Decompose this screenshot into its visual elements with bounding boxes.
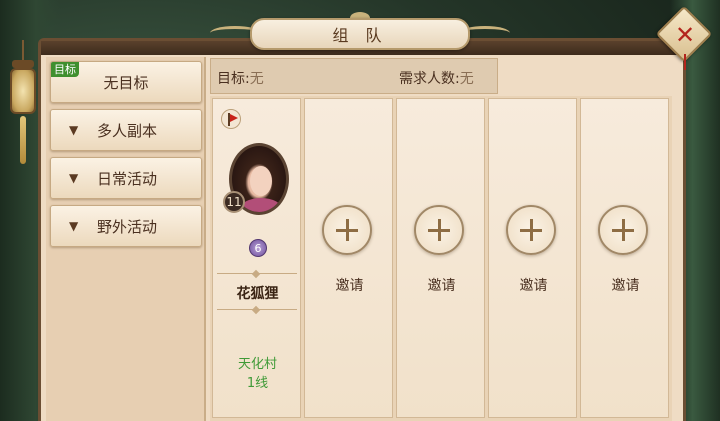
chevron-down-icon: ▼	[69, 123, 79, 137]
required-members-value: 无	[459, 71, 474, 87]
team-slots: 11 6 花狐狸 天化村 1线 邀请 邀请 邀请 邀请	[210, 96, 672, 421]
member-name: 花狐狸	[236, 286, 279, 302]
required-members-label: 需求人数:	[399, 71, 460, 87]
sidebar-item-field-activity[interactable]: ▼ 野外活动	[50, 205, 202, 247]
location-map: 天化村	[237, 357, 277, 372]
invite-label[interactable]: 邀请	[397, 275, 486, 295]
name-divider-top	[217, 273, 297, 274]
location-line: 1线	[246, 376, 269, 391]
sidebar-item-label: 日常活动	[97, 169, 158, 188]
invite-plus-button[interactable]	[506, 205, 556, 255]
invite-plus-button[interactable]	[322, 205, 372, 255]
chevron-down-icon: ▼	[69, 171, 79, 185]
class-icon: 6	[249, 239, 267, 257]
sidebar-item-label: 无目标	[103, 73, 149, 92]
empty-slot: 邀请	[488, 98, 577, 418]
member-location: 天化村 1线	[213, 355, 302, 393]
sidebar-item-label: 多人副本	[97, 121, 158, 140]
close-icon[interactable]: ✕	[672, 21, 698, 49]
invite-label[interactable]: 邀请	[305, 275, 394, 295]
target-tag: 目标	[51, 62, 79, 77]
required-members-info: 需求人数:无	[399, 68, 474, 88]
sidebar-item-label: 野外活动	[97, 217, 158, 236]
sidebar-item-multiplayer-dungeon[interactable]: ▼ 多人副本	[50, 109, 202, 151]
empty-slot: 邀请	[580, 98, 669, 418]
name-divider-bottom	[217, 309, 297, 310]
target-info: 目标:无	[217, 68, 264, 88]
close-tassel	[684, 54, 686, 70]
lantern-decoration	[8, 40, 38, 170]
invite-label[interactable]: 邀请	[489, 275, 578, 295]
level-badge: 11	[223, 191, 245, 213]
sidebar-item-no-target[interactable]: 目标 无目标	[50, 61, 202, 103]
invite-plus-button[interactable]	[598, 205, 648, 255]
leader-flag-icon	[221, 109, 241, 129]
team-info-strip: 目标:无 需求人数:无	[210, 58, 498, 94]
category-sidebar: 目标 无目标 ▼ 多人副本 ▼ 日常活动 ▼ 野外活动	[46, 57, 206, 421]
sidebar-item-daily-activity[interactable]: ▼ 日常活动	[50, 157, 202, 199]
member-slot[interactable]: 11 6 花狐狸 天化村 1线	[212, 98, 301, 418]
target-label: 目标:	[217, 71, 250, 87]
window-title: 组 队	[250, 18, 470, 50]
title-plaque: 组 队	[210, 12, 510, 56]
invite-label[interactable]: 邀请	[581, 275, 670, 295]
empty-slot: 邀请	[304, 98, 393, 418]
chevron-down-icon: ▼	[69, 219, 79, 233]
empty-slot: 邀请	[396, 98, 485, 418]
target-value: 无	[249, 71, 264, 87]
invite-plus-button[interactable]	[414, 205, 464, 255]
